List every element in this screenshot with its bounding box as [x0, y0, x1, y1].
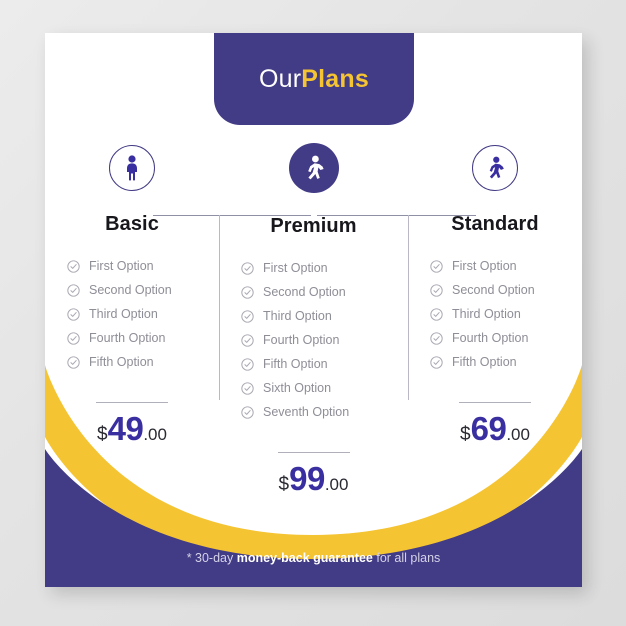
plan-name-basic: Basic	[105, 213, 159, 235]
price-currency: $	[97, 424, 108, 446]
feature-label: Seventh Option	[263, 405, 350, 419]
price-block-basic: $ 49 .00	[45, 402, 219, 445]
guarantee-prefix: * 30-day	[186, 551, 237, 565]
person-walking-glyph	[307, 155, 324, 180]
check-circle-icon	[241, 381, 254, 395]
plan-card-premium[interactable]: Premium First Option Second Option Third…	[219, 143, 408, 495]
list-item: Fourth Option	[67, 326, 165, 350]
price-divider	[459, 402, 531, 404]
feature-label: Fifth Option	[89, 355, 154, 369]
list-item: Second Option	[67, 278, 172, 302]
feature-label: Third Option	[263, 309, 332, 323]
check-circle-icon	[67, 283, 80, 297]
list-item: Fifth Option	[430, 350, 517, 374]
check-circle-icon	[67, 259, 80, 273]
price-block-standard: $ 69 .00	[408, 402, 582, 445]
list-item: Sixth Option	[241, 376, 331, 400]
price-block-premium: $ 99 .00	[219, 452, 408, 495]
list-item: First Option	[430, 254, 517, 278]
page-title: OurPlans	[259, 65, 369, 94]
plans-row: Basic First Option Second Option Third O…	[45, 143, 582, 495]
check-circle-icon	[241, 261, 254, 275]
feature-label: Second Option	[89, 283, 172, 297]
person-standing-icon	[109, 145, 155, 191]
price-currency: $	[278, 474, 290, 496]
person-standing-glyph	[127, 155, 137, 181]
price-divider	[96, 402, 168, 404]
guarantee-suffix: for all plans	[372, 551, 441, 565]
page-title-strong: Plans	[301, 64, 369, 93]
feature-label: Fourth Option	[263, 333, 340, 347]
plan-name-premium: Premium	[270, 215, 357, 237]
check-circle-icon	[430, 307, 443, 321]
feature-label: Third Option	[89, 307, 158, 321]
list-item: Fifth Option	[67, 350, 154, 374]
plan-card-basic[interactable]: Basic First Option Second Option Third O…	[45, 145, 219, 445]
feature-label: Second Option	[452, 283, 535, 297]
person-walking-glyph	[489, 156, 504, 179]
check-circle-icon	[241, 285, 254, 299]
pricing-card: OurPlans Basic First Option Second Optio…	[45, 33, 582, 587]
page-background: OurPlans Basic First Option Second Optio…	[0, 0, 626, 626]
person-walking-icon	[288, 143, 339, 193]
list-item: Third Option	[430, 302, 521, 326]
check-circle-icon	[430, 355, 443, 369]
plan-card-standard[interactable]: Standard First Option Second Option Thir…	[408, 145, 582, 445]
feature-label: First Option	[263, 261, 328, 275]
price-amount: 99	[289, 460, 325, 498]
check-circle-icon	[430, 283, 443, 297]
price-divider	[277, 452, 350, 454]
price-decimals: .00	[143, 425, 167, 445]
price-premium: $ 99 .00	[279, 462, 349, 495]
list-item: Second Option	[430, 278, 535, 302]
check-circle-icon	[430, 259, 443, 273]
list-item: First Option	[241, 256, 328, 280]
check-circle-icon	[241, 333, 254, 347]
check-circle-icon	[67, 355, 80, 369]
price-currency: $	[460, 424, 471, 446]
list-item: Second Option	[241, 280, 346, 304]
feature-label: First Option	[452, 259, 517, 273]
header-banner: OurPlans	[214, 33, 414, 125]
list-item: Fourth Option	[241, 328, 339, 352]
check-circle-icon	[241, 405, 254, 419]
feature-label: Fourth Option	[452, 331, 529, 345]
list-item: Fifth Option	[241, 352, 328, 376]
list-item: Third Option	[241, 304, 332, 328]
price-decimals: .00	[506, 425, 530, 445]
feature-label: Fourth Option	[89, 331, 166, 345]
check-circle-icon	[67, 307, 80, 321]
feature-list-standard: First Option Second Option Third Option …	[386, 254, 582, 374]
price-basic: $ 49 .00	[97, 412, 167, 445]
check-circle-icon	[67, 331, 80, 345]
feature-label: Fifth Option	[263, 357, 328, 371]
feature-label: Third Option	[452, 307, 521, 321]
list-item: Fourth Option	[430, 326, 528, 350]
plan-name-standard: Standard	[451, 213, 539, 235]
feature-label: First Option	[89, 259, 154, 273]
price-amount: 69	[470, 410, 507, 448]
list-item: Third Option	[67, 302, 158, 326]
price-amount: 49	[107, 410, 144, 448]
person-walking-icon	[472, 145, 518, 191]
list-item: First Option	[67, 254, 154, 278]
price-decimals: .00	[324, 475, 349, 495]
feature-label: Sixth Option	[263, 381, 332, 395]
feature-label: Fifth Option	[452, 355, 517, 369]
page-title-light: Our	[259, 64, 302, 93]
guarantee-note: * 30-day money-back guarantee for all pl…	[45, 551, 582, 565]
list-item: Seventh Option	[241, 400, 349, 424]
check-circle-icon	[241, 357, 254, 371]
check-circle-icon	[241, 309, 254, 323]
price-standard: $ 69 .00	[460, 412, 530, 445]
feature-label: Second Option	[263, 285, 346, 299]
guarantee-emphasis: money-back guarantee	[236, 551, 373, 565]
check-circle-icon	[430, 331, 443, 345]
